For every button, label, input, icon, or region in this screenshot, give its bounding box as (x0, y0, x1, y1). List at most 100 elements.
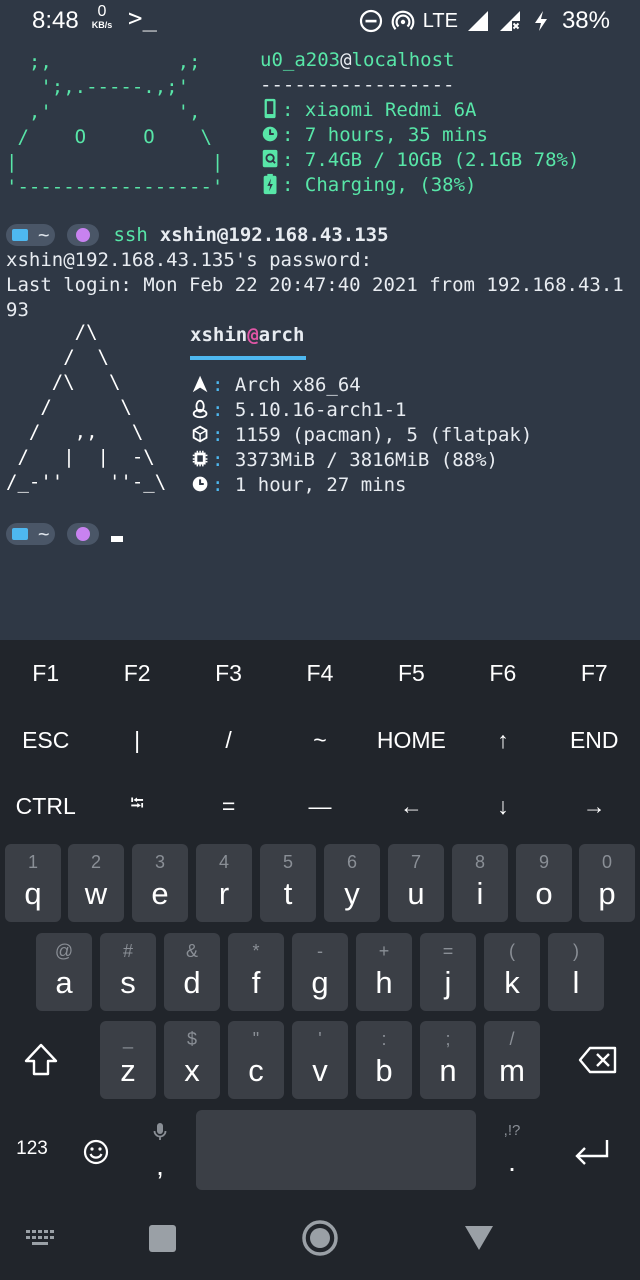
clock: 8:48 (32, 7, 79, 34)
command-argument: xshin@192.168.43.135 (159, 224, 389, 246)
status-dot-icon (76, 228, 91, 242)
key-home[interactable]: HOME (366, 707, 457, 773)
dnd-icon (359, 9, 382, 33)
key-tab[interactable]: ⭾ (91, 773, 182, 839)
chip-icon (192, 450, 208, 467)
key-right[interactable]: → (549, 773, 640, 839)
memory-info-line: : 3373MiB / 3816MiB (88%) (190, 448, 498, 473)
recents-button[interactable] (144, 1220, 180, 1256)
key-u[interactable]: 7u (388, 844, 444, 922)
key-ctrl[interactable]: CTRL (0, 773, 91, 839)
key-m[interactable]: / m (484, 1021, 540, 1099)
os-info-line: : Arch x86_64 (190, 373, 361, 398)
emoji-icon (83, 1139, 109, 1165)
key-tilde[interactable]: ~ (274, 707, 365, 773)
key-left[interactable]: ← (366, 773, 457, 839)
key-p[interactable]: 0p (579, 844, 635, 922)
keyboard: F1 F2 F3 F4 F5 F6 F7 ESC | / ~ HOME ↑ EN… (0, 640, 640, 1200)
shift-key[interactable] (6, 1021, 76, 1099)
android-host-header: u0_a203@localhost (260, 49, 455, 71)
key-l[interactable]: ) l (548, 933, 604, 1011)
key-n[interactable]: ; n (420, 1021, 476, 1099)
key-esc[interactable]: ESC (0, 707, 91, 773)
terminal-output[interactable]: ;, ,; ';,.-----.,;' ,' ', / O O \ | | '---… (0, 44, 640, 640)
backspace-icon (578, 1046, 617, 1074)
period-key[interactable]: ,!? . (488, 1120, 536, 1190)
key-slash[interactable]: / (183, 707, 274, 773)
net-speed-unit: KB/s (91, 20, 113, 30)
packages-info-line: : 1159 (pacman), 5 (flatpak) (190, 423, 532, 448)
back-button[interactable] (460, 1220, 498, 1256)
key-y[interactable]: 6y (324, 844, 380, 922)
key-q[interactable]: 1q (5, 844, 61, 922)
home-circle-icon (302, 1220, 338, 1256)
key-f3[interactable]: F3 (183, 640, 274, 706)
arch-header-underline (190, 356, 306, 360)
password-line: xshin@192.168.43.135's password: (6, 249, 373, 271)
keyboard-switch-button[interactable] (20, 1220, 60, 1256)
key-t[interactable]: 5t (260, 844, 316, 922)
prompt-dir-segment: ~ (6, 523, 56, 545)
key-pipe[interactable]: | (91, 707, 182, 773)
memory-icon (262, 149, 278, 168)
key-w[interactable]: 2w (68, 844, 124, 922)
key-b[interactable]: :b (356, 1021, 412, 1099)
key-f4[interactable]: F4 (274, 640, 365, 706)
home-button[interactable] (300, 1218, 340, 1258)
key-f7[interactable]: F7 (549, 640, 640, 706)
net-speed: 0 KB/s (89, 4, 115, 31)
emoji-key[interactable] (78, 1134, 114, 1170)
signal-icon (467, 11, 488, 31)
text-cursor (111, 536, 124, 542)
arch-host-header: xshin@arch (190, 324, 305, 346)
key-o[interactable]: 9o (516, 844, 572, 922)
extra-keys-row-1: F1 F2 F3 F4 F5 F6 F7 (0, 640, 640, 706)
shift-icon (24, 1043, 58, 1076)
key-c[interactable]: " c (228, 1021, 284, 1099)
device-info-line: : xiaomi Redmi 6A (260, 98, 476, 123)
shell-prompt: ~ ssh xshin@192.168.43.135 (6, 223, 389, 247)
key-f2[interactable]: F2 (91, 640, 182, 706)
key-up[interactable]: ↑ (457, 707, 548, 773)
key-x[interactable]: $ x (164, 1021, 220, 1099)
key-j[interactable]: = j (420, 933, 476, 1011)
symbols-key[interactable]: 123 (6, 1138, 58, 1160)
navigation-bar (0, 1200, 640, 1280)
extra-keys-row-3: CTRL ⭾ = — ← ↓ → (0, 773, 640, 839)
key-equals[interactable]: = (183, 773, 274, 839)
key-f1[interactable]: F1 (0, 640, 91, 706)
key-dash[interactable]: — (274, 773, 365, 839)
enter-key[interactable] (560, 1128, 624, 1178)
command-name: ssh (113, 224, 148, 246)
key-z[interactable]: _ z (100, 1021, 156, 1099)
space-bar[interactable] (196, 1110, 476, 1190)
enter-icon (575, 1140, 609, 1165)
key-d[interactable]: & d (164, 933, 220, 1011)
back-triangle-icon (465, 1226, 493, 1250)
key-v[interactable]: ' v (292, 1021, 348, 1099)
key-s[interactable]: # s (100, 933, 156, 1011)
key-end[interactable]: END (549, 707, 640, 773)
signal-no-sim-icon (499, 11, 520, 31)
key-i[interactable]: 8i (452, 844, 508, 922)
key-e[interactable]: 3e (132, 844, 188, 922)
arch-uptime-info-line: : 1 hour, 27 mins (190, 473, 406, 498)
shell-prompt-current[interactable]: ~ (6, 522, 124, 546)
key-k[interactable]: (k (484, 933, 540, 1011)
battery-percent: 38% (561, 7, 610, 34)
package-icon (192, 425, 208, 443)
prompt-dir-segment: ~ (6, 224, 56, 246)
key-a[interactable]: @ a (36, 933, 92, 1011)
key-f[interactable]: * f (228, 933, 284, 1011)
backspace-key[interactable] (562, 1021, 634, 1099)
key-g[interactable]: -g (292, 933, 348, 1011)
folder-icon (12, 229, 28, 241)
key-r[interactable]: 4r (196, 844, 252, 922)
comma-key[interactable]: , (136, 1120, 184, 1190)
key-f6[interactable]: F6 (457, 640, 548, 706)
key-down[interactable]: ↓ (457, 773, 548, 839)
key-f5[interactable]: F5 (366, 640, 457, 706)
key-h[interactable]: + h (356, 933, 412, 1011)
status-bar: 8:48 0 KB/s >_ LTE 38% (0, 0, 640, 44)
period-hint: ,!? (503, 1122, 521, 1139)
